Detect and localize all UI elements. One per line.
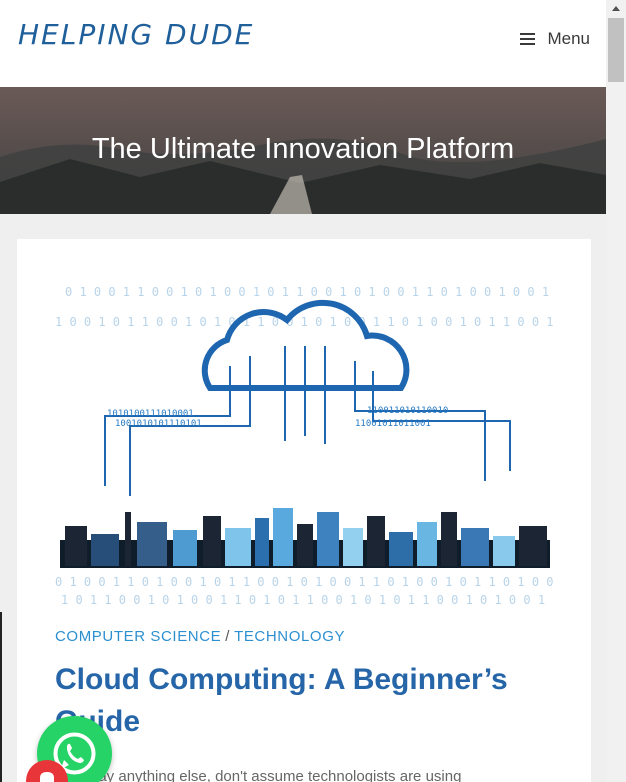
notification-bell-button[interactable] <box>26 760 68 782</box>
post-card: 0 1 0 0 1 1 0 0 1 0 1 0 0 1 0 1 1 0 0 1 … <box>17 239 591 782</box>
category-separator: / <box>225 628 231 645</box>
left-edge-divider <box>0 612 2 782</box>
svg-text:1 0 1 1 0 0 1 0 1 0 0 1 1 0 1: 1 0 1 1 0 0 1 0 1 0 0 1 1 0 1 0 1 1 0 0 … <box>61 593 553 607</box>
svg-text:11001011011001: 11001011011001 <box>355 419 431 429</box>
svg-text:110011010110010: 110011010110010 <box>367 406 448 416</box>
menu-label: Menu <box>547 29 590 48</box>
post-categories: COMPUTER SCIENCE / TECHNOLOGY <box>55 628 345 645</box>
scrollbar[interactable] <box>606 0 626 782</box>
svg-text:1010100111010001: 1010100111010001 <box>107 409 194 419</box>
scroll-up-arrow-icon[interactable] <box>612 6 620 11</box>
svg-text:0 1 0 0 1 1 0 0 1 0 1 0 0 1 0: 0 1 0 0 1 1 0 0 1 0 1 0 0 1 0 1 1 0 0 1 … <box>65 285 553 299</box>
bell-icon <box>40 772 54 782</box>
hamburger-icon <box>520 33 536 45</box>
menu-button[interactable]: Menu <box>520 29 590 49</box>
post-title[interactable]: Cloud Computing: A Beginner’s Guide <box>55 659 555 743</box>
scrollbar-thumb[interactable] <box>608 18 624 82</box>
svg-text:1 0 0 1 0 1 1 0 0 1 0 1 0 1 1: 1 0 0 1 0 1 1 0 0 1 0 1 0 1 1 0 0 1 0 1 … <box>55 315 553 329</box>
cloud-computing-image[interactable]: 0 1 0 0 1 1 0 0 1 0 1 0 0 1 0 1 1 0 0 1 … <box>55 276 553 608</box>
category-link-computer-science[interactable]: COMPUTER SCIENCE <box>55 628 221 645</box>
svg-text:0 1 0 0 1 1 0 1 0 0 1 0 1 1 0: 0 1 0 0 1 1 0 1 0 0 1 0 1 1 0 0 1 0 1 0 … <box>55 575 553 589</box>
page: HELPING DUDE Menu The Ultimate Innovatio… <box>0 0 606 782</box>
site-logo[interactable]: HELPING DUDE <box>18 18 254 51</box>
hero-banner: The Ultimate Innovation Platform <box>0 87 606 214</box>
svg-text:1001010101110101: 1001010101110101 <box>115 419 202 429</box>
hero-title: The Ultimate Innovation Platform <box>91 133 515 165</box>
post-excerpt: …e I say anything else, don't assume tec… <box>55 768 462 782</box>
category-link-technology[interactable]: TECHNOLOGY <box>234 628 345 645</box>
site-header: HELPING DUDE Menu <box>0 0 606 87</box>
